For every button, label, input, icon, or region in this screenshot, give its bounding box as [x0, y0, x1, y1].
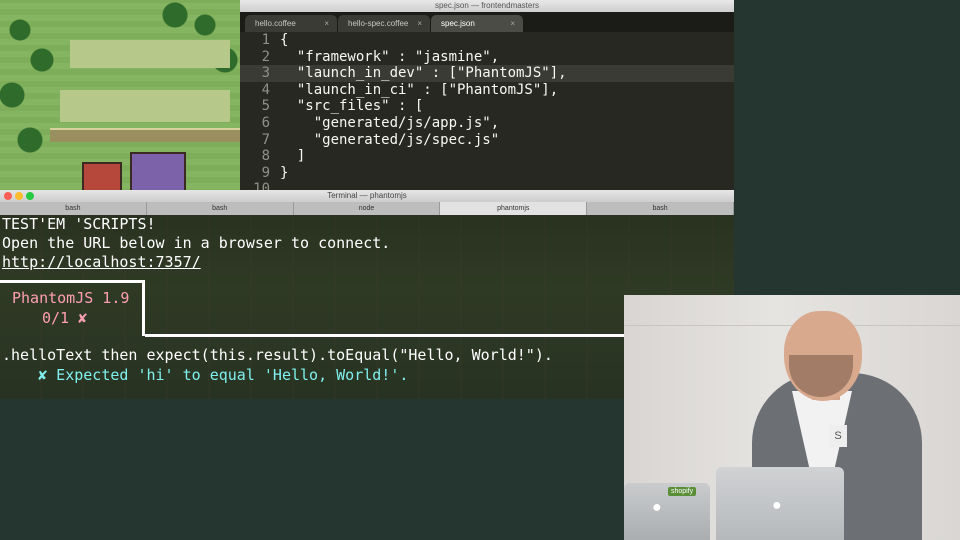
line-text: "launch_in_dev" : ["PhantomJS"],: [280, 65, 567, 82]
desktop-background: [734, 0, 960, 295]
game-house: [130, 152, 186, 194]
line-text: {: [280, 32, 289, 48]
game-background: [0, 0, 240, 195]
terminal-title: Terminal — phantomjs: [327, 191, 407, 200]
code-line: 10: [240, 181, 734, 190]
line-text: "generated/js/app.js",: [280, 114, 500, 131]
close-icon[interactable]: ×: [417, 15, 422, 32]
failure-message: ✘ Expected 'hi' to equal 'Hello, World!'…: [2, 366, 409, 384]
runner-name: PhantomJS 1.9: [12, 289, 130, 307]
line-number: 7: [261, 131, 270, 148]
code-line: 1{: [240, 32, 734, 49]
line-number: 8: [261, 148, 270, 165]
tab-label: hello-spec.coffee: [348, 19, 409, 28]
code-line: 8 ]: [240, 148, 734, 165]
line-number: 10: [253, 181, 270, 190]
editor-tab-bar: hello.coffee × hello-spec.coffee × spec.…: [240, 12, 734, 32]
tab-label: spec.json: [441, 19, 475, 28]
line-number: 4: [261, 81, 270, 98]
terminal-titlebar: Terminal — phantomjs: [0, 190, 734, 202]
tab-hello-spec-coffee[interactable]: hello-spec.coffee ×: [338, 15, 430, 32]
close-icon[interactable]: ×: [510, 15, 515, 32]
line-number: 9: [261, 164, 270, 181]
tab-bash-3[interactable]: bash: [587, 202, 734, 215]
tab-hello-coffee[interactable]: hello.coffee ×: [245, 15, 337, 32]
line-text: ]: [280, 148, 306, 165]
tab-bash-1[interactable]: bash: [0, 202, 147, 215]
line-number: 5: [261, 98, 270, 115]
apple-logo-icon: ●: [772, 497, 782, 514]
code-line: 5 "src_files" : [: [240, 98, 734, 115]
apple-logo-icon: ●: [652, 499, 662, 516]
line-text: "framework" : "jasmine",: [280, 48, 500, 65]
game-wall: [50, 128, 240, 142]
connect-instructions: Open the URL below in a browser to conne…: [2, 234, 391, 252]
tab-label: hello.coffee: [255, 19, 296, 28]
line-number: 2: [261, 48, 270, 65]
line-text: "launch_in_ci" : ["PhantomJS"],: [280, 81, 559, 98]
testem-header: TEST'EM 'SCRIPTS!: [2, 215, 156, 233]
close-window-button[interactable]: [4, 192, 12, 200]
speaker-video: S ● shopify ●: [624, 295, 960, 540]
game-path: [70, 40, 230, 68]
line-number: 6: [261, 114, 270, 131]
terminal-tab-bar: bash bash node phantomjs bash: [0, 202, 734, 216]
laptop-main: ●: [716, 467, 844, 540]
line-text: "src_files" : [: [280, 98, 424, 115]
code-line: 7 "generated/js/spec.js": [240, 132, 734, 149]
code-line: 2 "framework" : "jasmine",: [240, 49, 734, 66]
line-number: 1: [261, 32, 270, 48]
editor-title: spec.json — frontendmasters: [240, 0, 734, 12]
code-line: 9}: [240, 165, 734, 182]
code-editor-window: spec.json — frontendmasters hello.coffee…: [240, 0, 734, 190]
zoom-window-button[interactable]: [26, 192, 34, 200]
laptop-sticker: shopify: [668, 487, 697, 496]
tab-phantomjs[interactable]: phantomjs: [440, 202, 588, 215]
code-line: 4 "launch_in_ci" : ["PhantomJS"],: [240, 82, 734, 99]
code-line: 6 "generated/js/app.js",: [240, 115, 734, 132]
tab-spec-json[interactable]: spec.json ×: [431, 15, 523, 32]
line-number: 3: [261, 65, 270, 82]
line-text: }: [280, 164, 289, 181]
line-text: "generated/js/spec.js": [280, 131, 500, 148]
minimize-window-button[interactable]: [15, 192, 23, 200]
close-icon[interactable]: ×: [324, 15, 329, 32]
runner-result-count: 0/1 ✘: [42, 309, 88, 327]
code-line-current: 3 "launch_in_dev" : ["PhantomJS"],: [240, 65, 734, 82]
failing-spec-line: .helloText then expect(this.result).toEq…: [2, 346, 553, 364]
laptop-left: ●: [624, 483, 710, 540]
game-path: [60, 90, 230, 122]
code-area[interactable]: 1{ 2 "framework" : "jasmine", 3 "launch_…: [240, 32, 734, 190]
server-url-link[interactable]: http://localhost:7357/: [2, 253, 201, 271]
tab-bash-2[interactable]: bash: [147, 202, 294, 215]
tab-node[interactable]: node: [294, 202, 441, 215]
shirt-badge: S: [829, 425, 847, 447]
